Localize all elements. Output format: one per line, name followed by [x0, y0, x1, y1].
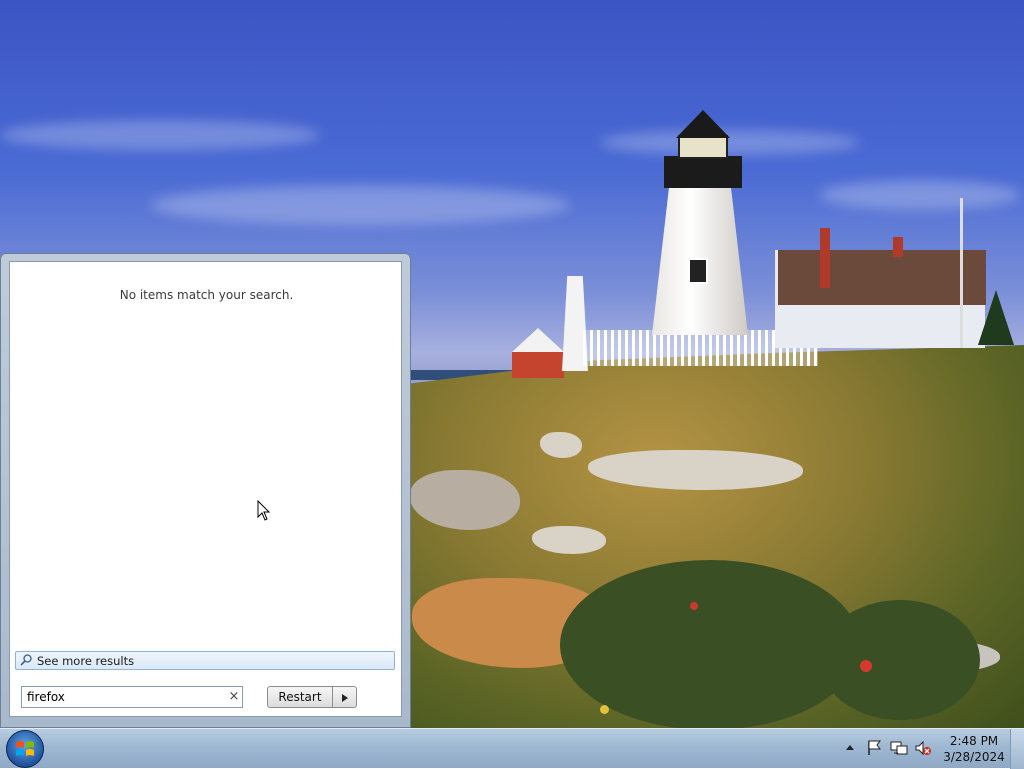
- start-menu: No items match your search. See more res…: [0, 253, 411, 728]
- cloud: [600, 130, 860, 155]
- start-menu-bottom-bar: firefox × Restart: [9, 672, 402, 717]
- search-input[interactable]: firefox ×: [21, 686, 243, 708]
- mouse-cursor-icon: [257, 500, 271, 521]
- taskbar-clock[interactable]: 2:48 PM 3/28/2024: [938, 733, 1010, 765]
- see-more-results-button[interactable]: See more results: [15, 651, 395, 670]
- flag-pole: [960, 198, 963, 348]
- flower: [860, 660, 872, 672]
- rose-bush: [820, 600, 980, 720]
- clear-search-icon[interactable]: ×: [227, 687, 241, 707]
- action-center-flag-icon[interactable]: [866, 739, 884, 757]
- keepers-house-roof: [778, 250, 986, 305]
- search-results-pane: No items match your search. See more res…: [9, 261, 402, 717]
- cloud: [820, 180, 1020, 210]
- chimney: [820, 228, 830, 288]
- small-house: [512, 352, 564, 378]
- cloud: [150, 185, 570, 225]
- lighthouse-gallery: [664, 156, 742, 188]
- show-desktop-button[interactable]: [1010, 729, 1024, 769]
- cloud: [0, 120, 320, 150]
- clock-time: 2:48 PM: [949, 734, 999, 748]
- clock-date: 3/28/2024: [943, 750, 1005, 764]
- windows-logo-icon: [16, 741, 34, 756]
- power-button-group: Restart: [267, 686, 357, 708]
- small-house-roof: [512, 328, 564, 352]
- show-hidden-icons-icon[interactable]: [843, 741, 857, 755]
- lighthouse-cap: [676, 110, 730, 138]
- no-results-message: No items match your search.: [119, 288, 294, 302]
- network-icon[interactable]: [890, 739, 908, 757]
- volume-muted-icon[interactable]: [914, 739, 932, 757]
- flower: [600, 705, 609, 714]
- triangle-right-icon: [342, 694, 348, 702]
- search-icon: [20, 654, 32, 666]
- taskbar: 2:48 PM 3/28/2024: [0, 728, 1024, 769]
- flower: [690, 602, 698, 610]
- lighthouse-window: [688, 258, 708, 284]
- rock: [540, 432, 582, 458]
- shutdown-options-button[interactable]: [333, 686, 357, 708]
- search-input-value: firefox: [27, 690, 65, 704]
- lighthouse-lamp: [678, 135, 728, 159]
- restart-button[interactable]: Restart: [267, 686, 333, 708]
- see-more-results-label: See more results: [37, 654, 135, 668]
- chimney: [893, 237, 903, 257]
- start-button[interactable]: [6, 730, 44, 768]
